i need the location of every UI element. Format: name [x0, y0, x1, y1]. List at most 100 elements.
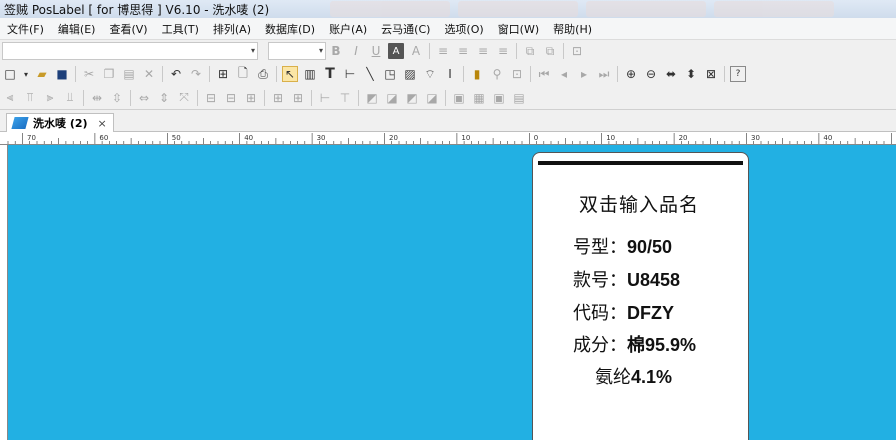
space-evenly-icon[interactable]: ⊞ — [243, 90, 259, 106]
send-back-icon[interactable]: ◪ — [384, 90, 400, 106]
font-size-combo[interactable]: ▾ — [268, 42, 326, 60]
italic-icon[interactable]: I — [348, 43, 364, 59]
group-icon[interactable]: ⧉ — [522, 43, 538, 59]
paste-icon[interactable]: ▤ — [121, 66, 137, 82]
distribute-v-icon[interactable]: ⊟ — [223, 90, 239, 106]
font-name-combo[interactable]: ▾ — [2, 42, 258, 60]
label-row-spandex[interactable]: 氨纶4.1% — [595, 363, 672, 389]
label-top-bar[interactable] — [538, 161, 743, 165]
grid-icon[interactable]: ▦ — [471, 90, 487, 106]
select-pointer-icon[interactable]: ↖ — [282, 66, 298, 82]
page-setup-icon[interactable]: ⊞ — [215, 66, 231, 82]
center-horizontal-icon[interactable]: ⇹ — [89, 90, 105, 106]
lock-icon[interactable]: ▣ — [451, 90, 467, 106]
label-product-name[interactable]: 双击输入品名 — [579, 190, 699, 217]
zoom-in-icon[interactable]: ⊕ — [623, 66, 639, 82]
help-icon[interactable]: ? — [730, 66, 746, 82]
find-icon[interactable]: ⚲ — [489, 66, 505, 82]
align-right-icon[interactable]: ≡ — [475, 43, 491, 59]
open-folder-icon[interactable]: ▰ — [34, 66, 50, 82]
next-record-icon[interactable]: ▸ — [576, 66, 592, 82]
fit-height-icon[interactable]: ⬍ — [683, 66, 699, 82]
menu-cloud[interactable]: 云马通(C) — [374, 21, 437, 37]
align-justify-icon[interactable]: ≡ — [495, 43, 511, 59]
forward-icon[interactable]: ◩ — [404, 90, 420, 106]
save-icon[interactable]: ■ — [54, 66, 70, 82]
copy-icon[interactable]: ❐ — [101, 66, 117, 82]
text-tool-icon[interactable]: T — [322, 66, 338, 82]
center-page-h-icon[interactable]: ⊞ — [270, 90, 286, 106]
text-cursor-icon[interactable]: I — [442, 66, 458, 82]
toolbar-separator — [617, 66, 618, 82]
print-preview-icon[interactable]: 🗋 — [235, 66, 251, 82]
font-size-icon[interactable]: A — [408, 43, 424, 59]
align-left-edges-icon[interactable]: ⫷ — [2, 90, 18, 106]
align-left-icon[interactable]: ≡ — [435, 43, 451, 59]
prev-record-icon[interactable]: ◂ — [556, 66, 572, 82]
label-value: DFZY — [627, 303, 674, 323]
barcode-icon[interactable]: ▥ — [302, 66, 318, 82]
menu-account[interactable]: 账户(A) — [322, 21, 374, 37]
same-width-icon[interactable]: ⇔ — [136, 90, 152, 106]
snap-icon[interactable]: ▣ — [491, 90, 507, 106]
bold-icon[interactable]: B — [328, 43, 344, 59]
design-canvas[interactable] — [8, 145, 896, 440]
toolbar-separator — [516, 43, 517, 59]
shape-tool-icon[interactable]: ◳ — [382, 66, 398, 82]
menu-help[interactable]: 帮助(H) — [546, 21, 599, 37]
document-tab[interactable]: 洗水唛 (2) × — [6, 113, 114, 132]
menu-view[interactable]: 查看(V) — [102, 21, 154, 37]
fit-width-icon[interactable]: ⬌ — [663, 66, 679, 82]
line-tool-icon[interactable]: ⊢ — [342, 66, 358, 82]
center-vertical-icon[interactable]: ⇳ — [109, 90, 125, 106]
ungroup-icon[interactable]: ⧉ — [542, 43, 558, 59]
distribute-h-icon[interactable]: ⊟ — [203, 90, 219, 106]
record-icon[interactable]: ⊡ — [509, 66, 525, 82]
same-size-icon[interactable]: ⤧ — [176, 90, 192, 106]
cut-icon[interactable]: ✂ — [81, 66, 97, 82]
label-design[interactable]: 双击输入品名 号型：90/50 款号：U8458 代码：DFZY 成分：棉95.… — [532, 152, 749, 440]
menu-edit[interactable]: 编辑(E) — [51, 21, 103, 37]
image-tool-icon[interactable]: ▨ — [402, 66, 418, 82]
underline-icon[interactable]: U — [368, 43, 384, 59]
label-row-code[interactable]: 代码：DFZY — [573, 299, 674, 325]
label-row-size[interactable]: 号型：90/50 — [573, 233, 672, 259]
same-height-icon[interactable]: ⇕ — [156, 90, 172, 106]
menu-database[interactable]: 数据库(D) — [258, 21, 322, 37]
menu-file[interactable]: 文件(F) — [0, 21, 51, 37]
new-file-icon[interactable]: □ — [2, 66, 18, 82]
menu-arrange[interactable]: 排列(A) — [206, 21, 258, 37]
align-top-edges-icon[interactable]: ⫪ — [22, 90, 38, 106]
redo-icon[interactable]: ↷ — [188, 66, 204, 82]
chevron-down-icon[interactable]: ▾ — [22, 66, 30, 82]
layers-icon[interactable]: ▤ — [511, 90, 527, 106]
bring-front-icon[interactable]: ◩ — [364, 90, 380, 106]
spacing-h-icon[interactable]: ⊢ — [317, 90, 333, 106]
undo-icon[interactable]: ↶ — [168, 66, 184, 82]
database-icon[interactable]: ▮ — [469, 66, 485, 82]
align-right-edges-icon[interactable]: ⫸ — [42, 90, 58, 106]
label-row-style-no[interactable]: 款号：U8458 — [573, 266, 680, 292]
align-bottom-edges-icon[interactable]: ⫫ — [62, 90, 78, 106]
center-page-v-icon[interactable]: ⊞ — [290, 90, 306, 106]
spacing-v-icon[interactable]: ⊤ — [337, 90, 353, 106]
properties-icon[interactable]: ⊡ — [569, 43, 585, 59]
menu-options[interactable]: 选项(O) — [437, 21, 490, 37]
diagonal-line-icon[interactable]: ╲ — [362, 66, 378, 82]
backward-icon[interactable]: ◪ — [424, 90, 440, 106]
align-center-icon[interactable]: ≡ — [455, 43, 471, 59]
rfid-icon[interactable]: ⌔ — [422, 66, 438, 82]
label-row-composition[interactable]: 成分：棉95.9% — [573, 331, 696, 357]
toolbar-separator — [209, 66, 210, 82]
menu-tools[interactable]: 工具(T) — [155, 21, 206, 37]
menu-window[interactable]: 窗口(W) — [491, 21, 546, 37]
delete-icon[interactable]: ✕ — [141, 66, 157, 82]
zoom-out-icon[interactable]: ⊖ — [643, 66, 659, 82]
last-record-icon[interactable]: ⏭ — [596, 66, 612, 82]
ruler-label: 20 — [389, 134, 398, 142]
close-icon[interactable]: × — [98, 117, 107, 130]
font-color-icon[interactable]: A — [388, 43, 404, 59]
print-icon[interactable]: ⎙ — [255, 66, 271, 82]
first-record-icon[interactable]: ⏮ — [536, 66, 552, 82]
fit-page-icon[interactable]: ⊠ — [703, 66, 719, 82]
